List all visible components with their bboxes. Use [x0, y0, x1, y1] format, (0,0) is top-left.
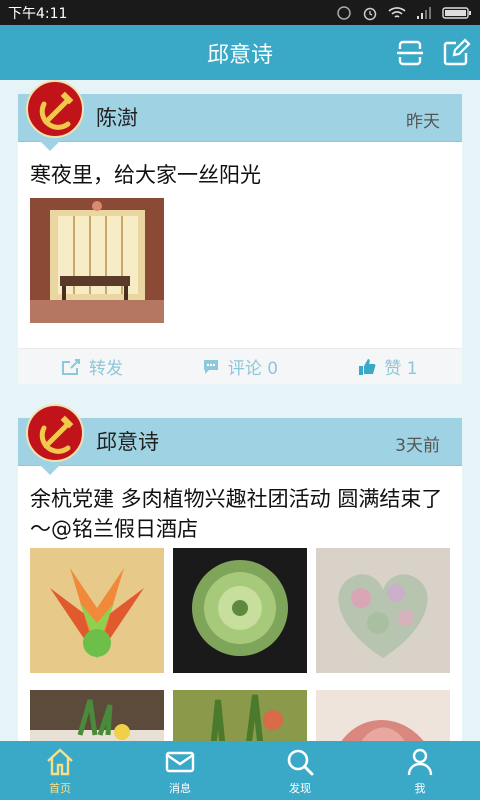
post-username[interactable]: 邱意诗: [96, 426, 159, 456]
share-icon: [62, 358, 80, 375]
home-icon: [47, 747, 73, 775]
nav-home[interactable]: 首页: [0, 741, 120, 800]
status-bar: 下午4:11: [0, 0, 480, 25]
status-time: 下午4:11: [8, 5, 68, 22]
nav-discover[interactable]: 发现: [240, 741, 360, 800]
nav-discover-label: 发现: [289, 781, 311, 795]
comment-icon: [203, 359, 218, 374]
signal-icon: [417, 6, 431, 19]
post-image[interactable]: [316, 690, 450, 741]
post-image[interactable]: [173, 548, 307, 673]
battery-icon: [442, 6, 471, 19]
post-image[interactable]: [30, 198, 164, 323]
page-title: 邱意诗: [206, 42, 273, 68]
post-card: 陈澍 昨天 寒夜里，给大家一丝阳光 转发 评论 0 赞 1: [18, 80, 462, 384]
header-pointer: [40, 141, 60, 151]
nav-messages[interactable]: 消息: [120, 741, 240, 800]
post-text: 寒夜里，给大家一丝阳光: [30, 163, 261, 187]
repost-label: 转发: [89, 359, 123, 379]
post-image[interactable]: [30, 690, 164, 741]
scan-icon[interactable]: [394, 37, 426, 69]
person-icon: [407, 748, 433, 775]
post-time: 3天前: [395, 436, 440, 456]
mail-icon: [165, 751, 195, 772]
wifi-icon: [388, 6, 406, 18]
post-username[interactable]: 陈澍: [96, 102, 138, 132]
comment-button[interactable]: 评论 0: [166, 354, 314, 379]
status-icons: [336, 5, 472, 21]
post-image[interactable]: [30, 548, 164, 673]
post-header: 邱意诗 3天前: [18, 404, 462, 475]
hammer-sickle-icon: [39, 415, 74, 454]
post-image[interactable]: [173, 690, 307, 741]
feed[interactable]: 陈澍 昨天 寒夜里，给大家一丝阳光 转发 评论 0 赞 1 邱意诗 3天前 余杭…: [0, 80, 480, 741]
post-time: 昨天: [406, 112, 440, 132]
repost-button[interactable]: 转发: [18, 354, 166, 379]
title-bar: 邱意诗: [0, 25, 480, 80]
nav-me-label: 我: [414, 781, 426, 795]
header-pointer: [40, 465, 60, 475]
sync-icon: [337, 5, 351, 20]
thumbs-up-icon: [359, 358, 376, 375]
nav-home-label: 首页: [49, 781, 71, 795]
nav-me[interactable]: 我: [360, 741, 480, 800]
comment-label: 评论 0: [227, 359, 279, 379]
post-header: 陈澍 昨天: [18, 80, 462, 151]
search-icon: [287, 749, 314, 775]
nav-messages-label: 消息: [169, 781, 191, 795]
avatar[interactable]: [26, 80, 84, 138]
alarm-icon: [363, 7, 377, 20]
hammer-sickle-icon: [39, 91, 74, 130]
like-label: 赞 1: [384, 359, 418, 379]
avatar[interactable]: [26, 404, 84, 462]
like-button[interactable]: 赞 1: [314, 354, 462, 379]
post-actions: 转发 评论 0 赞 1: [18, 348, 462, 384]
bottom-nav: 首页 消息 发现 我: [0, 741, 480, 800]
post-card: 邱意诗 3天前 余杭党建 多肉植物兴趣社团活动 圆满结束了～@铭兰假日酒店: [18, 404, 462, 741]
post-text: 余杭党建 多肉植物兴趣社团活动 圆满结束了～@铭兰假日酒店: [30, 487, 443, 541]
compose-icon[interactable]: [440, 37, 472, 69]
post-image[interactable]: [316, 548, 450, 673]
